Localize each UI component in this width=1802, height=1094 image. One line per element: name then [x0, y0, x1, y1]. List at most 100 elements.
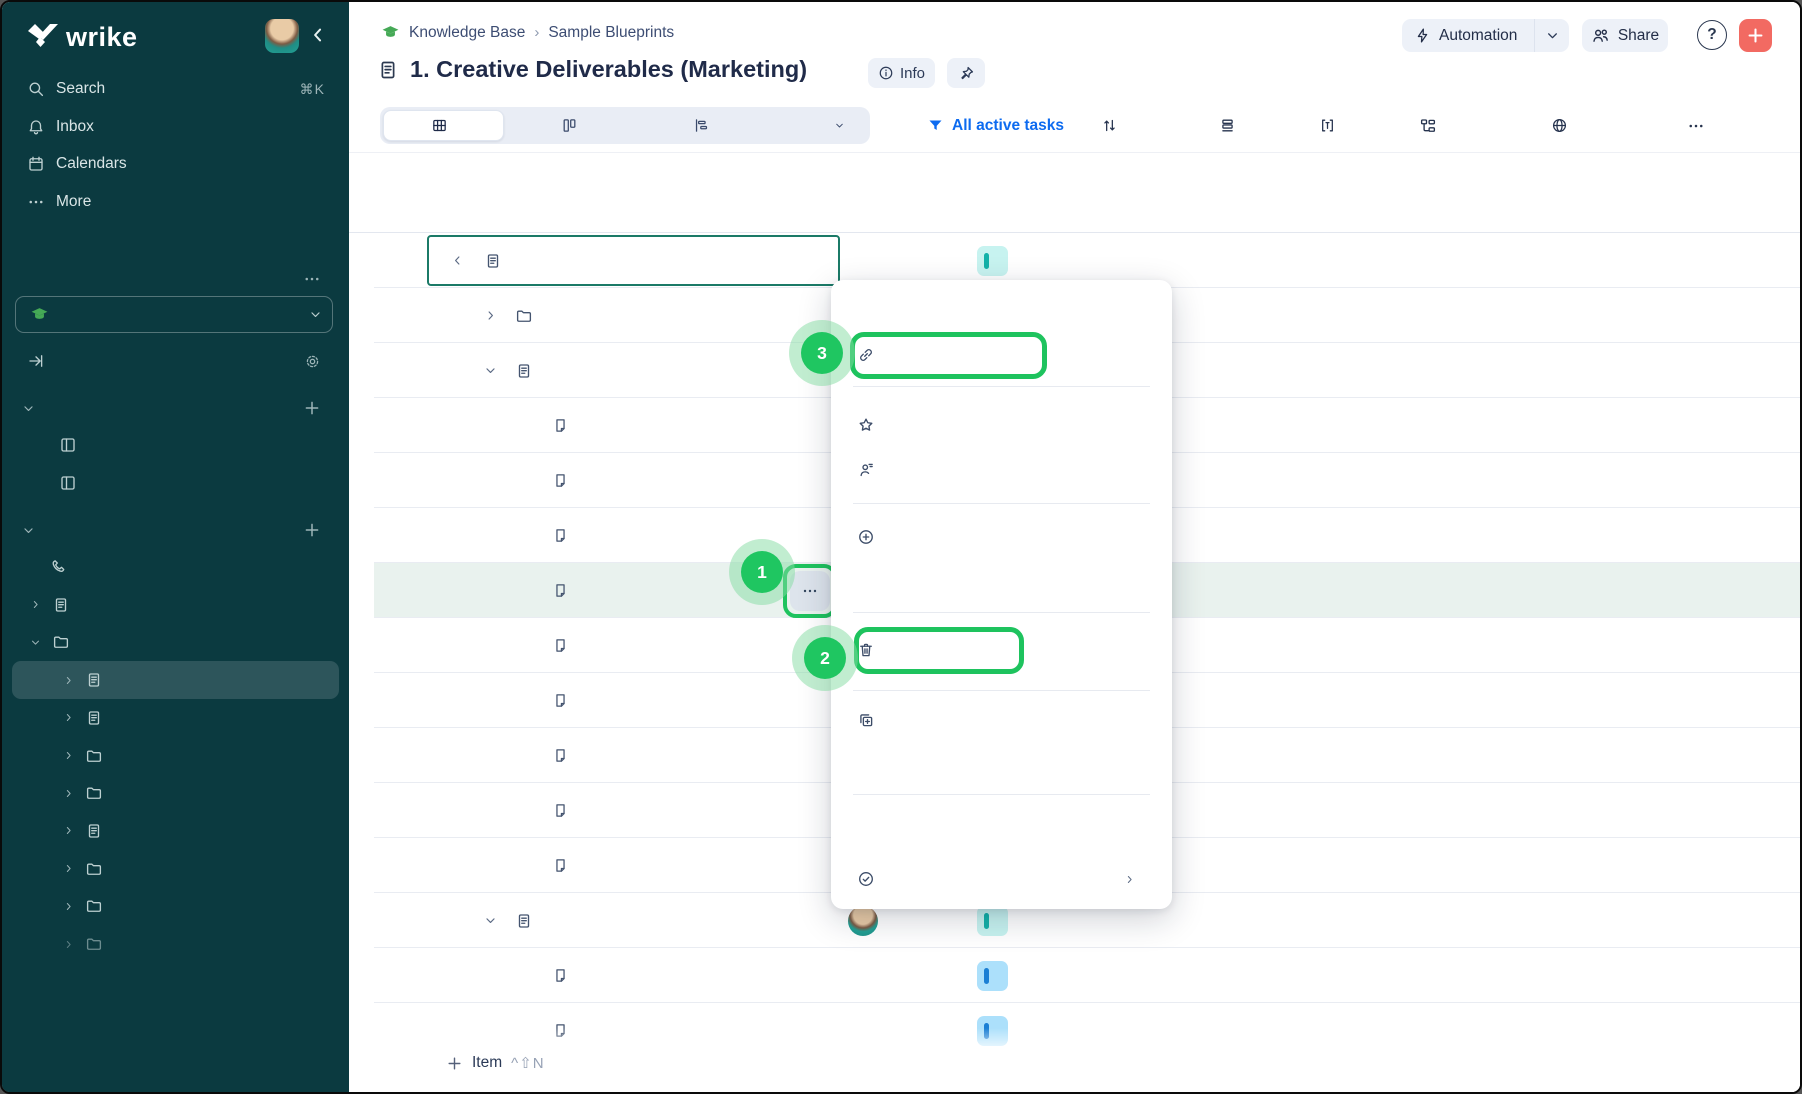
folder-icon — [84, 860, 104, 878]
chevron-down-icon[interactable] — [484, 343, 497, 398]
menu-item-duplicate[interactable] — [831, 702, 1172, 738]
task-icon — [552, 453, 569, 508]
user-avatar[interactable] — [265, 19, 299, 53]
group-icon — [1219, 117, 1236, 134]
status-bar — [984, 253, 989, 269]
toolbar-priority[interactable] — [1101, 107, 1126, 144]
sidebar-tool-item[interactable] — [2, 464, 349, 502]
status-badge-pill[interactable] — [977, 906, 1008, 936]
info-icon — [878, 65, 894, 81]
chevron-right-icon — [63, 712, 74, 723]
chevron-down-icon[interactable] — [484, 893, 497, 948]
calendar-icon — [26, 155, 46, 173]
dots-icon — [1687, 117, 1705, 135]
sidebar-item-6-sprint-developmen-[interactable] — [2, 850, 349, 888]
menu-item-star[interactable] — [831, 407, 1172, 443]
wrike-logo-text: wrike — [66, 22, 138, 53]
duration — [1389, 728, 1487, 783]
chevron-down-icon — [22, 524, 35, 537]
sidebar-item-more[interactable]: More — [2, 183, 349, 221]
status-badge-pill[interactable] — [977, 961, 1008, 991]
toolbar-group[interactable] — [1219, 107, 1244, 144]
pin-button[interactable] — [947, 58, 985, 88]
folder-icon — [84, 784, 104, 802]
automation-caret-button[interactable] — [1535, 29, 1569, 42]
sort-icon — [1101, 117, 1118, 134]
share-button[interactable]: Share — [1582, 19, 1668, 52]
tab-board[interactable] — [523, 107, 623, 144]
search-icon — [26, 80, 46, 98]
fields-icon — [1319, 117, 1336, 134]
sidebar-item-knowledge-base[interactable] — [2, 586, 349, 624]
menu-item-add-subitem[interactable] — [831, 519, 1172, 555]
sidebar-item-3-services-timeline-[interactable] — [2, 737, 349, 775]
sidebar-item-space-overview[interactable] — [2, 342, 349, 380]
toolbar-more[interactable] — [1687, 107, 1705, 144]
info-button[interactable]: Info — [868, 58, 935, 88]
main-panel: Knowledge Base › Sample Blueprints 1. Cr… — [349, 2, 1800, 1092]
task-icon — [552, 783, 569, 838]
sidebar-item-inbox[interactable]: Inbox — [2, 108, 349, 146]
subitems-icon — [1419, 117, 1437, 135]
chevron-right-icon[interactable] — [484, 288, 497, 343]
sidebar-collapse-button[interactable] — [308, 24, 328, 46]
tab-table[interactable] — [383, 110, 504, 141]
toolbar-public-link[interactable] — [1551, 107, 1576, 144]
toolbar-subitems[interactable] — [1419, 107, 1445, 144]
tools-section-header[interactable] — [2, 389, 349, 427]
duplicate-icon — [855, 711, 877, 729]
callout-2: 2 — [792, 625, 858, 691]
sidebar-item-label: Inbox — [56, 118, 94, 136]
space-selector[interactable] — [15, 296, 333, 333]
todo-icon — [855, 461, 877, 479]
menu-divider — [853, 503, 1150, 504]
phone-icon — [49, 558, 69, 576]
menu-item-save-as-blueprint[interactable] — [831, 740, 1172, 776]
automation-button[interactable]: Automation — [1402, 19, 1569, 52]
menu-item-view-details[interactable] — [831, 292, 1172, 328]
sidebar-item-sample-blueprints[interactable] — [2, 623, 349, 661]
sidebar-item-ask-my-consultant[interactable] — [2, 548, 349, 586]
row-number — [379, 453, 419, 508]
add-button[interactable] — [1739, 19, 1772, 52]
assignee-avatar — [848, 906, 878, 936]
table-row-25[interactable] — [349, 948, 1800, 1003]
chevron-right-icon — [30, 599, 41, 610]
sidebar-item-2-phased-campaign-[interactable] — [2, 699, 349, 737]
sidebar-item-8-pmo-structure-por-[interactable] — [2, 925, 349, 963]
sidebar-item-label: Search — [56, 80, 105, 98]
sidebar-item-calendars[interactable]: Calendars — [2, 145, 349, 183]
check-circle-icon — [855, 870, 877, 888]
row-number — [379, 508, 419, 563]
chevron-right-icon — [63, 675, 74, 686]
projects-section-header[interactable] — [2, 511, 349, 549]
sidebar-item-4-task-based-ticket-[interactable] — [2, 774, 349, 812]
menu-item-add-to-my-to-do[interactable] — [831, 452, 1172, 488]
task-icon — [552, 508, 569, 563]
filter-all-active-tasks[interactable]: All active tasks — [927, 107, 1064, 144]
status-bar — [984, 968, 989, 984]
menu-item-change-status[interactable] — [831, 861, 1172, 897]
title-row: 1. Creative Deliverables (Marketing) — [379, 56, 807, 83]
sidebar-item-search[interactable]: Search⌘K — [2, 70, 349, 108]
sidebar-item-1-creative-deliverabl-[interactable] — [12, 661, 339, 699]
sidebar-item-5-waterfall-developm-[interactable] — [2, 812, 349, 850]
add-item-button[interactable]: Item ^⇧N — [446, 1054, 545, 1072]
breadcrumb-sample-blueprints[interactable]: Sample Blueprints — [548, 24, 674, 42]
tab-all[interactable] — [804, 107, 866, 144]
menu-item-rename[interactable] — [831, 816, 1172, 852]
duration — [1389, 618, 1487, 673]
project-icon — [377, 58, 400, 81]
row-number — [379, 948, 419, 1003]
tab-gantt-chart[interactable] — [620, 107, 790, 144]
duration — [1389, 948, 1487, 1003]
status-badge-pill[interactable] — [977, 246, 1008, 276]
help-button[interactable]: ? — [1697, 20, 1727, 50]
sidebar-item-7-hybrid-agile-waterf-[interactable] — [2, 887, 349, 925]
toolbar-fields[interactable] — [1319, 107, 1344, 144]
breadcrumb-knowledge-base[interactable]: Knowledge Base — [409, 24, 525, 42]
menu-item-outdent[interactable] — [831, 562, 1172, 598]
status-badge[interactable] — [977, 948, 1008, 1003]
row-number — [379, 343, 419, 398]
sidebar-tool-item[interactable] — [2, 426, 349, 464]
